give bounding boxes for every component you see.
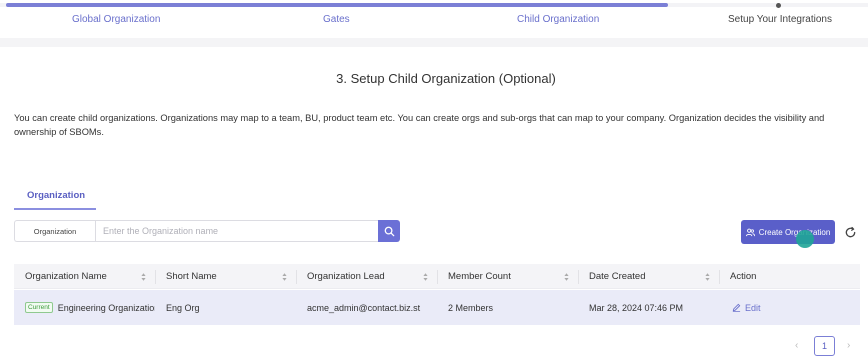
step-setup-integrations[interactable]: Setup Your Integrations [728, 14, 832, 25]
step-child-organization[interactable]: Child Organization [517, 14, 599, 25]
tab-organization[interactable]: Organization [27, 190, 85, 201]
column-label: Date Created [589, 271, 646, 282]
chevron-right-icon[interactable]: › [847, 340, 850, 351]
organization-name: Engineering Organization [57, 302, 155, 313]
current-step-dot [776, 3, 781, 8]
create-organization-label: Create Organization [758, 227, 831, 237]
column-label: Organization Lead [307, 271, 385, 282]
setup-stepper: Global Organization Gates Child Organiza… [0, 0, 868, 38]
current-badge: Current [25, 302, 53, 313]
divider-band [0, 38, 868, 47]
column-organization-lead[interactable]: Organization Lead [296, 264, 437, 289]
cell-organization-name: Current Engineering Organization [14, 290, 155, 325]
sort-icon [141, 273, 146, 281]
pointer-indicator [796, 230, 814, 248]
create-organization-button[interactable]: Create Organization [741, 220, 835, 244]
sort-icon [705, 273, 710, 281]
progress-fill [6, 3, 668, 7]
search-button[interactable] [378, 220, 400, 242]
step-gates[interactable]: Gates [323, 14, 350, 25]
chevron-left-icon[interactable]: ‹ [795, 340, 798, 351]
edit-label: Edit [745, 302, 761, 313]
table-row[interactable]: Current Engineering Organization Eng Org… [14, 290, 860, 325]
sort-icon [564, 273, 569, 281]
cell-member-count: 2 Members [448, 302, 494, 313]
column-label: Short Name [166, 271, 217, 282]
column-organization-name[interactable]: Organization Name [14, 264, 155, 289]
column-label: Action [730, 271, 757, 282]
column-action: Action [719, 264, 860, 289]
column-short-name[interactable]: Short Name [155, 264, 296, 289]
column-label: Organization Name [25, 271, 107, 282]
search-icon [384, 226, 394, 236]
tab-active-underline [14, 208, 96, 210]
search-field-label: Organization [14, 220, 95, 242]
cell-action: Edit [719, 290, 860, 325]
column-label: Member Count [448, 271, 511, 282]
search-input[interactable] [95, 220, 379, 242]
edit-button[interactable]: Edit [732, 303, 761, 313]
users-icon [745, 228, 755, 236]
refresh-icon [845, 226, 855, 237]
page-title: 3. Setup Child Organization (Optional) [336, 71, 556, 86]
cell-short-name: Eng Org [166, 302, 200, 313]
column-date-created[interactable]: Date Created [578, 264, 719, 289]
refresh-button[interactable] [842, 224, 858, 240]
pencil-icon [732, 303, 741, 312]
cell-date-created: Mar 28, 2024 07:46 PM [589, 302, 684, 313]
page-number-button[interactable]: 1 [814, 336, 835, 356]
sort-icon [282, 273, 287, 281]
column-member-count[interactable]: Member Count [437, 264, 578, 289]
page-description: You can create child organizations. Orga… [14, 113, 825, 137]
sort-icon [423, 273, 428, 281]
table-header: Organization Name Short Name Organizatio… [14, 264, 860, 289]
cell-organization-lead: acme_admin@contact.biz.st [307, 302, 421, 313]
step-global-organization[interactable]: Global Organization [72, 14, 160, 25]
